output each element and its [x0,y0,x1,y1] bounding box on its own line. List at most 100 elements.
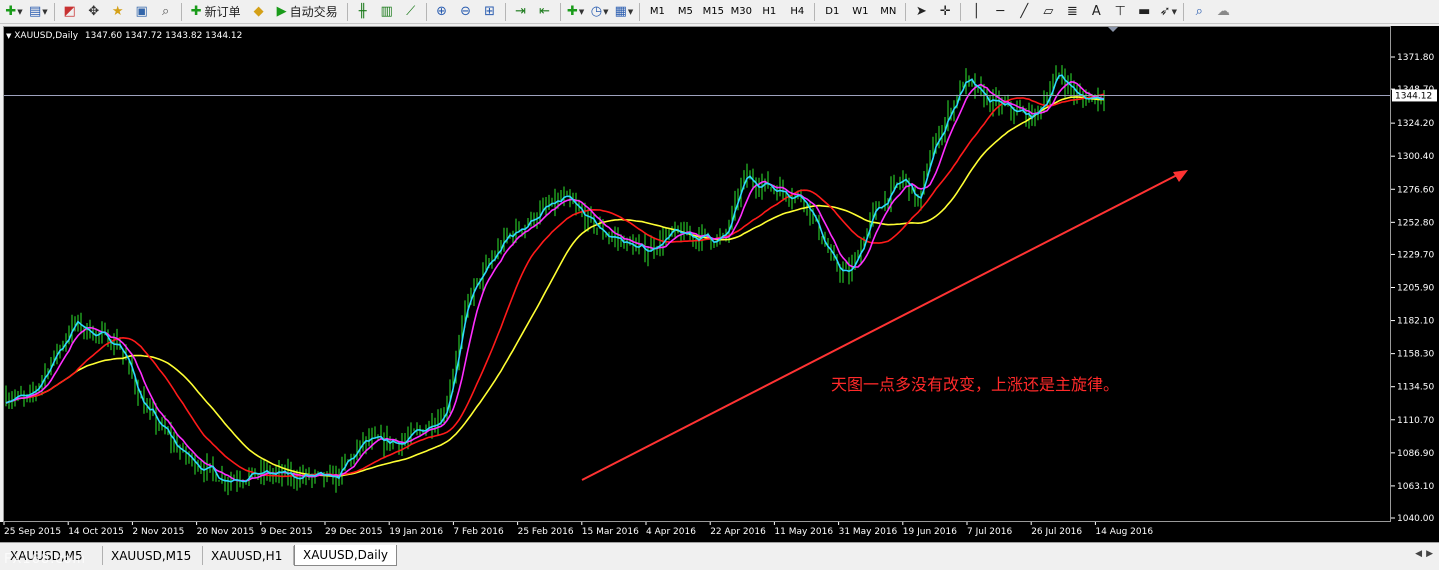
timeframe-w1[interactable]: W1 [847,2,873,22]
tab-scroll-left-icon[interactable]: ◀ [1415,549,1422,559]
indicators-button[interactable]: ✚ ▼ [565,2,587,22]
price-tick-label: 1040.00 [1397,514,1434,522]
date-tick-label: 7 Feb 2016 [453,527,504,537]
magnifier-icon: ⌕ [162,4,170,19]
date-tick-label: 9 Dec 2015 [261,527,313,537]
candles-series [5,65,1105,496]
bar-chart-button[interactable]: ╫ [352,2,374,22]
auto-trading-icon: ▶ [276,4,287,19]
ma-slowest-line [5,96,1104,478]
navigator-button[interactable]: ★ [107,2,129,22]
timeframe-m15[interactable]: M15 [700,2,726,22]
new-order-label: 新订单 [204,5,241,19]
terminal-icon: ▣ [135,4,148,19]
chart-window[interactable] [3,26,1391,522]
search-button[interactable]: ⌕ [1188,2,1210,22]
tile-windows-button[interactable]: ⊞ [479,2,501,22]
bar-chart-icon: ╫ [358,4,367,19]
timeframe-m30[interactable]: M30 [728,2,754,22]
clock-icon: ◷ [590,4,603,19]
price-tick-label: 1300.40 [1397,152,1434,162]
line-chart-icon: ⟋ [406,4,416,19]
zoom-out-button[interactable]: ⊖ [455,2,477,22]
trendline-tool-button[interactable]: ╱ [1013,2,1035,22]
line-chart-button[interactable]: ⟋ [400,2,422,22]
chat-button[interactable]: ☁ [1212,2,1234,22]
indicators-icon: ✚ [566,4,578,19]
tab-xauusd-m15[interactable]: XAUUSD,M15 [103,546,203,565]
chart-shift-button[interactable]: ⇤ [534,2,556,22]
new-chart-button[interactable]: ✚ ▼ [3,2,25,22]
auto-scroll-button[interactable]: ⇥ [510,2,532,22]
toolbar-separator [639,2,641,21]
periods-button[interactable]: ◷ ▼ [589,2,611,22]
market-watch-button[interactable]: ◩ [59,2,81,22]
chevron-down-icon: ▼ [627,7,634,16]
date-tick-label: 19 Jun 2016 [903,527,957,537]
text-tool-button[interactable]: A [1085,2,1107,22]
tab-scroll-right-icon[interactable]: ▶ [1426,549,1433,559]
price-tick-label: 1371.80 [1397,53,1434,63]
crosshair-icon: ✛ [939,4,951,19]
price-tick-label: 1086.90 [1397,449,1434,459]
toolbar-separator [814,2,816,21]
horizontal-line-tool-button[interactable]: ─ [989,2,1011,22]
date-tick-label: 7 Jul 2016 [967,527,1012,537]
cursor-tool-button[interactable]: ➤ [910,2,932,22]
horizontal-line-icon: ─ [996,4,1005,19]
templates-button[interactable]: ▦ ▼ [613,2,636,22]
profiles-button[interactable]: ▤ ▼ [27,2,50,22]
tab-xauusd-daily[interactable]: XAUUSD,Daily [294,545,397,566]
chevron-down-icon: ▼ [17,7,23,16]
data-window-button[interactable]: ✥ [83,2,105,22]
timeframe-m5[interactable]: M5 [672,2,698,22]
timeframe-mn[interactable]: MN [875,2,901,22]
price-tick-label: 1134.50 [1397,383,1434,393]
chevron-down-icon: ▼ [1171,7,1177,16]
metaeditor-button[interactable]: ◆ [248,2,270,22]
timeframe-h1[interactable]: H1 [756,2,782,22]
chart-symbol-info: ▼ XAUUSD,Daily 1347.60 1347.72 1343.82 1… [6,31,242,41]
terminal-button[interactable]: ▣ [131,2,153,22]
strategy-tester-button[interactable]: ⌕ [155,2,177,22]
tab-xauusd-h1[interactable]: XAUUSD,H1 [203,546,294,565]
fibonacci-tool-button[interactable]: ≣ [1061,2,1083,22]
crosshair-tool-button[interactable]: ✛ [934,2,956,22]
text-icon: A [1091,4,1101,19]
auto-trading-label: 自动交易 [289,5,338,19]
timeframe-d1[interactable]: D1 [819,2,845,22]
crosshair-icon: ✥ [88,4,100,19]
date-tick-label: 31 May 2016 [839,527,898,537]
price-tick-label: 1063.10 [1397,482,1434,492]
date-tick-label: 29 Dec 2015 [325,527,383,537]
new-order-button[interactable]: ✚ 新订单 [186,2,246,22]
text-label-tool-button[interactable]: ⊤ [1109,2,1131,22]
date-tick-label: 14 Aug 2016 [1095,527,1153,537]
star-icon: ★ [111,4,124,19]
price-tick-label: 1252.80 [1397,218,1434,228]
chart-canvas [4,27,1390,496]
toolbar-separator [425,2,427,21]
date-tick-label: 20 Nov 2015 [197,527,255,537]
arrows-tool-button[interactable]: ▬ [1133,2,1155,22]
date-tick-label: 2 Nov 2015 [132,527,184,537]
date-axis[interactable]: 25 Sep 2015 14 Oct 2015 2 Nov 2015 20 Nov 2… [0,522,1439,542]
fibonacci-icon: ≣ [1066,4,1078,19]
price-tick-label: 1205.90 [1397,284,1434,294]
channel-tool-button[interactable]: ▱ [1037,2,1059,22]
vertical-line-tool-button[interactable]: │ [965,2,987,22]
price-tick-label: 1276.60 [1397,185,1434,195]
shapes-tool-button[interactable]: ➶ ▼ [1157,2,1179,22]
profiles-icon: ▤ [29,4,42,19]
search-icon: ⌕ [1195,4,1203,19]
new-order-icon: ✚ [190,4,202,19]
chevron-down-icon: ▼ [42,7,48,16]
chevron-down-icon: ▼ [603,7,609,16]
price-axis[interactable]: 1371.801348.701324.201300.401276.601252.… [1391,26,1439,524]
timeframe-h4[interactable]: H4 [784,2,810,22]
zoom-in-icon: ⊕ [436,4,448,19]
zoom-in-button[interactable]: ⊕ [431,2,453,22]
auto-trading-button[interactable]: ▶ 自动交易 [272,2,343,22]
candlestick-chart-button[interactable]: ▥ [376,2,398,22]
timeframe-m1[interactable]: M1 [644,2,670,22]
